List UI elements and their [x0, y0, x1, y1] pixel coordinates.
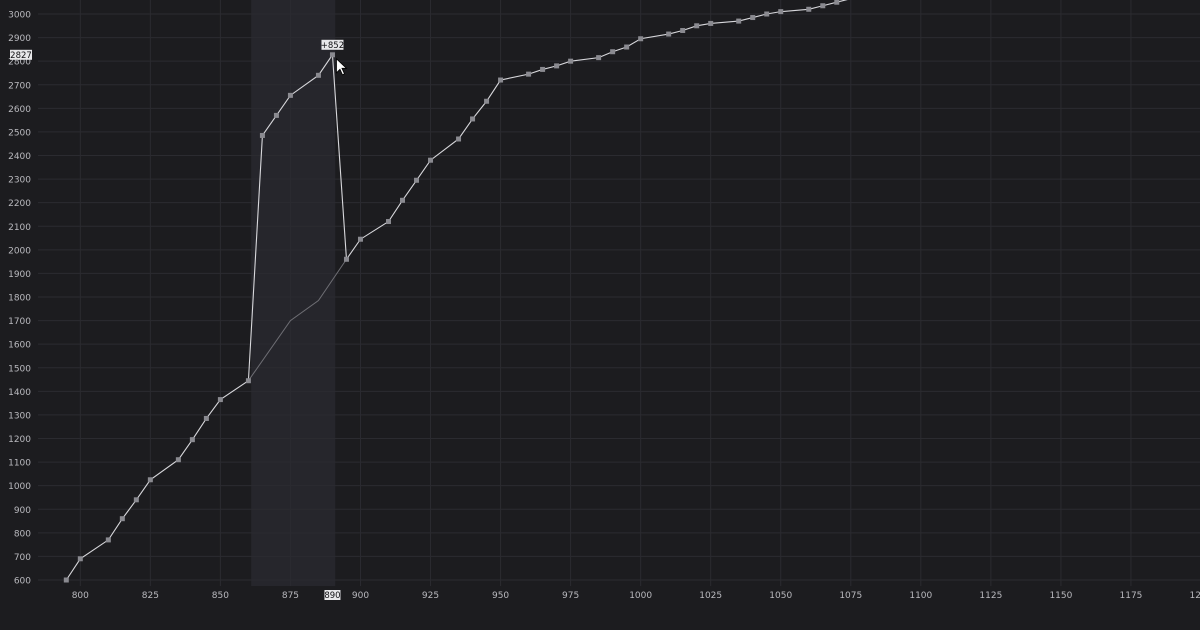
- x-tick-label: 1150: [1049, 591, 1072, 601]
- x-tick-label: 875: [282, 591, 299, 601]
- x-tick-label: 800: [72, 591, 89, 601]
- x-crosshair-badge: 890: [324, 590, 341, 601]
- y-tick-label: 1700: [8, 317, 31, 327]
- data-point[interactable]: [806, 6, 812, 12]
- data-point[interactable]: [259, 132, 265, 138]
- data-point[interactable]: [287, 92, 293, 98]
- delta-tooltip: +852: [321, 39, 344, 51]
- data-point[interactable]: [386, 219, 391, 225]
- data-point[interactable]: [526, 71, 532, 77]
- y-tick-label: 1900: [8, 270, 31, 280]
- data-point[interactable]: [736, 18, 742, 24]
- y-tick-label: 1300: [8, 411, 31, 421]
- y-tick-label: 2700: [8, 81, 31, 91]
- data-point[interactable]: [456, 136, 462, 142]
- x-tick-label: 950: [492, 591, 509, 601]
- line-chart[interactable]: 600 700 800 900 1000 1100 1200 1300 1400 1500 1600…: [0, 0, 1200, 630]
- y-tick-label: 2600: [8, 105, 31, 115]
- x-tick-label: 975: [562, 591, 579, 601]
- data-point[interactable]: [820, 3, 826, 9]
- data-point[interactable]: [554, 63, 560, 69]
- data-point[interactable]: [428, 157, 434, 163]
- data-point[interactable]: [343, 256, 349, 262]
- y-tick-label: 1500: [8, 364, 31, 374]
- data-point[interactable]: [77, 556, 83, 562]
- x-tick-label: 825: [142, 591, 159, 601]
- x-tick-label: 925: [422, 591, 439, 601]
- y-tick-label: 2300: [8, 176, 31, 186]
- y-tick-label: 1100: [8, 459, 31, 469]
- y-tick-label: 1000: [8, 482, 31, 492]
- x-tick-label: 1200: [1190, 591, 1200, 601]
- data-point[interactable]: [484, 98, 490, 104]
- data-point[interactable]: [778, 9, 784, 15]
- data-point[interactable]: [540, 66, 546, 72]
- data-point[interactable]: [63, 577, 69, 583]
- y-crosshair-badge: 2827: [10, 49, 32, 61]
- data-point[interactable]: [666, 31, 672, 37]
- x-tick-label: 1050: [769, 591, 792, 601]
- y-tick-label: 1200: [8, 435, 31, 445]
- data-point[interactable]: [147, 477, 153, 483]
- y-tick-label: 3000: [8, 11, 31, 21]
- y-tick-label: 2500: [8, 128, 31, 138]
- data-point[interactable]: [203, 415, 209, 421]
- y-tick-label: 800: [14, 529, 31, 539]
- data-point[interactable]: [610, 49, 616, 55]
- y-tick-label: 900: [14, 506, 31, 516]
- data-point[interactable]: [694, 23, 700, 29]
- data-point[interactable]: [834, 0, 840, 5]
- y-tick-label: 2200: [8, 199, 31, 209]
- data-point[interactable]: [568, 58, 574, 64]
- data-point[interactable]: [680, 28, 686, 34]
- y-tick-label: 2900: [8, 34, 31, 44]
- x-tick-label: 1025: [699, 591, 722, 601]
- data-point[interactable]: [470, 116, 476, 122]
- x-tick-label: 900: [352, 591, 369, 601]
- y-tick-label: 2000: [8, 246, 31, 256]
- data-point[interactable]: [708, 20, 714, 26]
- chart-canvas[interactable]: 600 700 800 900 1000 1100 1200 1300 1400 1500 1600…: [0, 0, 1200, 630]
- y-tick-label: 600: [14, 577, 31, 587]
- data-point[interactable]: [119, 516, 125, 522]
- x-badge-label: 890: [324, 591, 340, 601]
- y-tick-label: 1600: [8, 341, 31, 351]
- data-point[interactable]: [414, 177, 420, 183]
- data-point[interactable]: [189, 437, 195, 443]
- data-point[interactable]: [624, 44, 630, 50]
- y-tick-label: 2100: [8, 223, 31, 233]
- data-point[interactable]: [217, 397, 223, 403]
- data-point[interactable]: [357, 236, 363, 242]
- x-tick-label: 1100: [909, 591, 932, 601]
- data-point[interactable]: [498, 77, 504, 83]
- chart-background: [0, 0, 1200, 630]
- highlight-band: [251, 0, 336, 586]
- data-point[interactable]: [764, 11, 770, 17]
- data-point[interactable]: [133, 497, 139, 503]
- y-tick-label: 1800: [8, 294, 31, 304]
- x-tick-label: 1075: [839, 591, 862, 601]
- data-point[interactable]: [638, 36, 644, 42]
- data-point[interactable]: [245, 378, 251, 384]
- data-point[interactable]: [750, 15, 756, 21]
- data-point[interactable]: [596, 55, 602, 61]
- y-tick-label: 2400: [8, 152, 31, 162]
- data-point[interactable]: [273, 112, 279, 118]
- x-tick-label: 1000: [629, 591, 652, 601]
- x-tick-label: 1175: [1120, 591, 1143, 601]
- data-point[interactable]: [315, 72, 321, 78]
- data-point[interactable]: [175, 457, 181, 463]
- data-point[interactable]: [105, 537, 111, 543]
- x-tick-label: 1125: [979, 591, 1002, 601]
- delta-badge-label: +852: [321, 41, 344, 51]
- x-tick-label: 850: [212, 591, 229, 601]
- data-point[interactable]: [329, 52, 335, 58]
- y-tick-label: 1400: [8, 388, 31, 398]
- data-point[interactable]: [400, 197, 406, 203]
- y-badge-label: 2827: [10, 51, 32, 61]
- y-tick-label: 700: [14, 553, 31, 563]
